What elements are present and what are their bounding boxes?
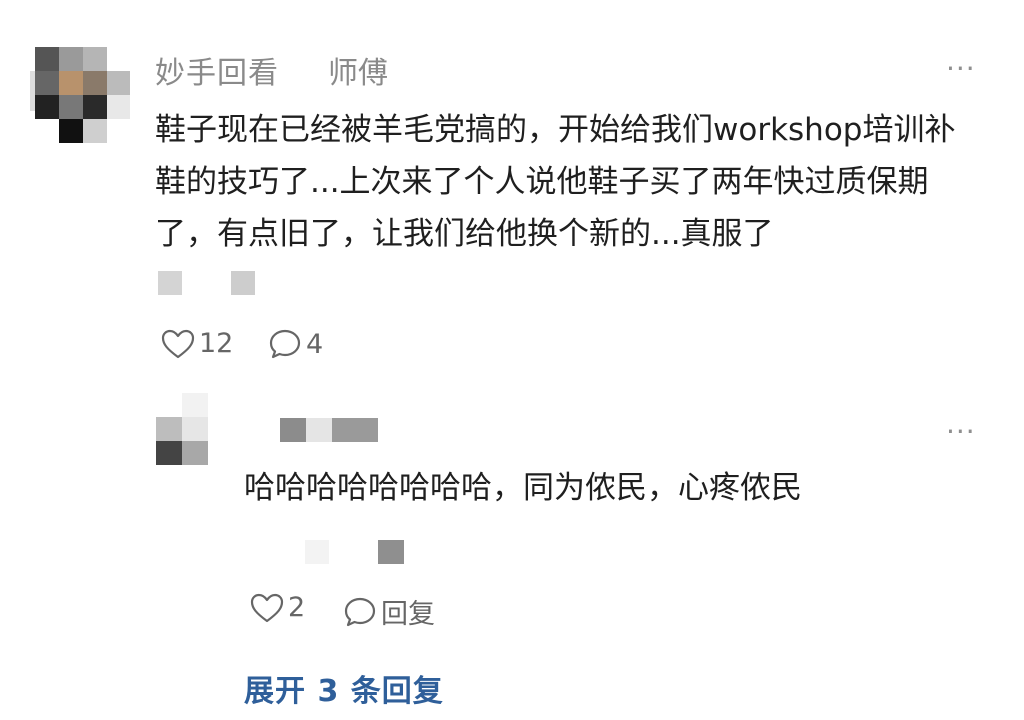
comment-text: 鞋子现在已经被羊毛党搞的，开始给我们workshop培训补鞋的技巧了...上次来…: [155, 112, 956, 252]
avatar-pixel: [59, 95, 83, 119]
reply-like-button[interactable]: 2: [250, 592, 305, 623]
reply-text: 哈哈哈哈哈哈哈哈，同为侬民，心疼侬民: [244, 470, 802, 506]
author-name[interactable]: 妙手回看: [155, 48, 279, 92]
avatar-pixel: [182, 393, 208, 417]
speech-bubble-icon: [269, 329, 301, 359]
reply-like-count: 2: [288, 592, 306, 623]
avatar-pixel: [59, 47, 83, 71]
like-count: 12: [199, 328, 234, 359]
like-button[interactable]: 12: [161, 328, 233, 359]
avatar-pixel: [83, 95, 107, 119]
blurred-block: [305, 540, 329, 564]
avatar-pixel: [35, 95, 59, 119]
blurred-block: [158, 271, 182, 295]
heart-outline-icon: [250, 593, 284, 622]
avatar-pixel: [107, 95, 130, 119]
avatar-pixel: [182, 441, 208, 465]
expand-replies-link[interactable]: 展开 3 条回复: [244, 666, 444, 710]
reply-count: 4: [306, 328, 324, 360]
author-badge: 师傅: [328, 56, 388, 91]
heart-outline-icon: [161, 329, 195, 358]
avatar-pixel: [182, 417, 208, 441]
reply-author-blurred: [332, 418, 378, 442]
avatar-pixel: [59, 119, 83, 143]
avatar-pixel: [107, 71, 130, 95]
blurred-block: [378, 540, 404, 564]
avatar-pixel: [156, 417, 182, 441]
avatar-pixel: [83, 47, 107, 71]
avatar-pixel: [83, 71, 107, 95]
more-options-button[interactable]: ···: [946, 52, 976, 85]
avatar-pixel: [35, 71, 59, 95]
reply-author-blurred: [280, 418, 306, 442]
speech-bubble-icon: [344, 597, 376, 626]
avatar-pixel: [59, 71, 83, 95]
blurred-block: [231, 271, 255, 295]
reply-count-button[interactable]: 4: [268, 328, 323, 360]
avatar-pixel: [156, 441, 182, 465]
avatar-pixel: [83, 119, 107, 143]
avatar-pixel: [35, 47, 59, 71]
reply-label: 回复: [381, 599, 435, 630]
reply-author-blurred: [306, 418, 332, 442]
reply-more-options-button[interactable]: ···: [946, 415, 976, 448]
avatar[interactable]: [30, 47, 130, 147]
reply-reply-button[interactable]: 回复: [343, 592, 435, 631]
reply-avatar[interactable]: [156, 393, 210, 467]
